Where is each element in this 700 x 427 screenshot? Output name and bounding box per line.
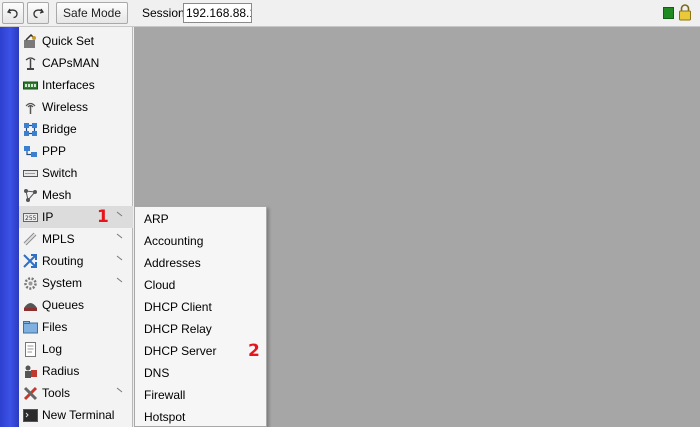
- files-folder-icon: [23, 320, 38, 335]
- menu-item-label: Mesh: [42, 188, 72, 202]
- menu-item-capsman[interactable]: CAPsMAN: [19, 52, 133, 74]
- menu-item-label: New Terminal: [42, 408, 115, 422]
- menu-item-interfaces[interactable]: Interfaces: [19, 74, 133, 96]
- menu-item-label: Routing: [42, 254, 84, 268]
- menu-item-radius[interactable]: Radius: [19, 360, 133, 382]
- lock-icon: [679, 4, 691, 21]
- ip-icon: 255: [23, 210, 38, 225]
- tools-icon: [23, 386, 38, 401]
- submenu-item-dhcp-server[interactable]: DHCP Server: [135, 339, 266, 361]
- menu-item-label: Files: [42, 320, 68, 334]
- terminal-icon: [23, 408, 38, 423]
- quick-set-icon: [23, 34, 38, 49]
- submenu-item-label: Accounting: [144, 234, 204, 248]
- menu-item-queues[interactable]: Queues: [19, 294, 133, 316]
- session-label: Session:: [142, 6, 189, 20]
- menu-item-label: Radius: [42, 364, 80, 378]
- submenu-item-dns[interactable]: DNS: [135, 361, 266, 383]
- redo-button[interactable]: [27, 2, 49, 24]
- menu-item-tools[interactable]: Tools: [19, 382, 133, 404]
- submenu-arrow-icon: [116, 387, 123, 393]
- menu-item-label: Bridge: [42, 122, 77, 136]
- toolbar: Safe Mode Session: 192.168.88.1: [0, 0, 700, 27]
- step-annotation-1: 1: [97, 207, 109, 227]
- menu-item-label: Switch: [42, 166, 78, 180]
- menu-item-quick-set[interactable]: Quick Set: [19, 30, 133, 52]
- interfaces-icon: [23, 78, 38, 93]
- safe-mode-button[interactable]: Safe Mode: [56, 2, 128, 24]
- menu-item-label: Log: [42, 342, 63, 356]
- submenu-item-label: Cloud: [144, 278, 176, 292]
- svg-text:255: 255: [25, 215, 37, 222]
- menu-item-files[interactable]: Files: [19, 316, 133, 338]
- menu-item-label: IP: [42, 210, 54, 224]
- submenu-arrow-icon: [116, 233, 123, 239]
- submenu-item-label: Hotspot: [144, 410, 186, 424]
- step-annotation-2: 2: [248, 341, 260, 361]
- ppp-icon: [23, 144, 38, 159]
- menu-item-label: Wireless: [42, 100, 89, 114]
- submenu-item-label: DHCP Client: [144, 300, 212, 314]
- submenu-item-dhcp-relay[interactable]: DHCP Relay: [135, 317, 266, 339]
- session-field[interactable]: 192.168.88.1: [183, 3, 252, 23]
- menu-item-label: PPP: [42, 144, 67, 158]
- menu-item-wireless[interactable]: Wireless: [19, 96, 133, 118]
- submenu-item-label: Addresses: [144, 256, 201, 270]
- menu-item-label: MPLS: [42, 232, 75, 246]
- submenu-arrow-icon: [116, 277, 123, 283]
- submenu-item-label: Firewall: [144, 388, 186, 402]
- routing-icon: [23, 254, 38, 269]
- log-document-icon: [23, 342, 38, 357]
- radius-icon: [23, 364, 38, 379]
- menu-item-ppp[interactable]: PPP: [19, 140, 133, 162]
- submenu-item-firewall[interactable]: Firewall: [135, 383, 266, 405]
- capsman-icon: [23, 56, 38, 71]
- menu-item-ip[interactable]: 255 IP: [19, 206, 133, 228]
- submenu-item-label: DNS: [144, 366, 170, 380]
- bridge-icon: [23, 122, 38, 137]
- undo-icon: [7, 8, 18, 19]
- side-strip: [0, 27, 19, 427]
- menu-item-log[interactable]: Log: [19, 338, 133, 360]
- menu-item-bridge[interactable]: Bridge: [19, 118, 133, 140]
- menu-item-label: CAPsMAN: [42, 56, 100, 70]
- menu-item-routing[interactable]: Routing: [19, 250, 133, 272]
- submenu-item-hotspot[interactable]: Hotspot: [135, 405, 266, 427]
- ip-submenu: ARP Accounting Addresses Cloud DHCP Clie…: [134, 206, 267, 427]
- system-gear-icon: [23, 276, 38, 291]
- wireless-icon: [23, 100, 38, 115]
- redo-icon: [33, 8, 44, 19]
- submenu-item-addresses[interactable]: Addresses: [135, 251, 266, 273]
- menu-item-switch[interactable]: Switch: [19, 162, 133, 184]
- menu-item-mesh[interactable]: Mesh: [19, 184, 133, 206]
- submenu-item-accounting[interactable]: Accounting: [135, 229, 266, 251]
- switch-icon: [23, 166, 38, 181]
- menu-item-mpls[interactable]: MPLS: [19, 228, 133, 250]
- menu-item-label: Tools: [42, 386, 71, 400]
- queues-icon: [23, 298, 38, 313]
- menu-item-label: System: [42, 276, 83, 290]
- submenu-item-label: DHCP Relay: [144, 322, 212, 336]
- submenu-item-label: DHCP Server: [144, 344, 217, 358]
- mpls-icon: [23, 232, 38, 247]
- undo-button[interactable]: [2, 2, 24, 24]
- menu-item-label: Queues: [42, 298, 85, 312]
- submenu-arrow-icon: [116, 211, 123, 217]
- menu-item-system[interactable]: System: [19, 272, 133, 294]
- main-menu: Quick Set CAPsMAN Interfaces Wireless Br…: [19, 27, 133, 427]
- mesh-icon: [23, 188, 38, 203]
- submenu-arrow-icon: [116, 255, 123, 261]
- submenu-item-arp[interactable]: ARP: [135, 207, 266, 229]
- menu-item-label: Quick Set: [42, 34, 95, 48]
- menu-item-label: Interfaces: [42, 78, 95, 92]
- submenu-item-dhcp-client[interactable]: DHCP Client: [135, 295, 266, 317]
- menu-item-new-terminal[interactable]: New Terminal: [19, 404, 133, 426]
- status-indicator-icon: [663, 7, 674, 19]
- submenu-item-label: ARP: [144, 212, 169, 226]
- submenu-item-cloud[interactable]: Cloud: [135, 273, 266, 295]
